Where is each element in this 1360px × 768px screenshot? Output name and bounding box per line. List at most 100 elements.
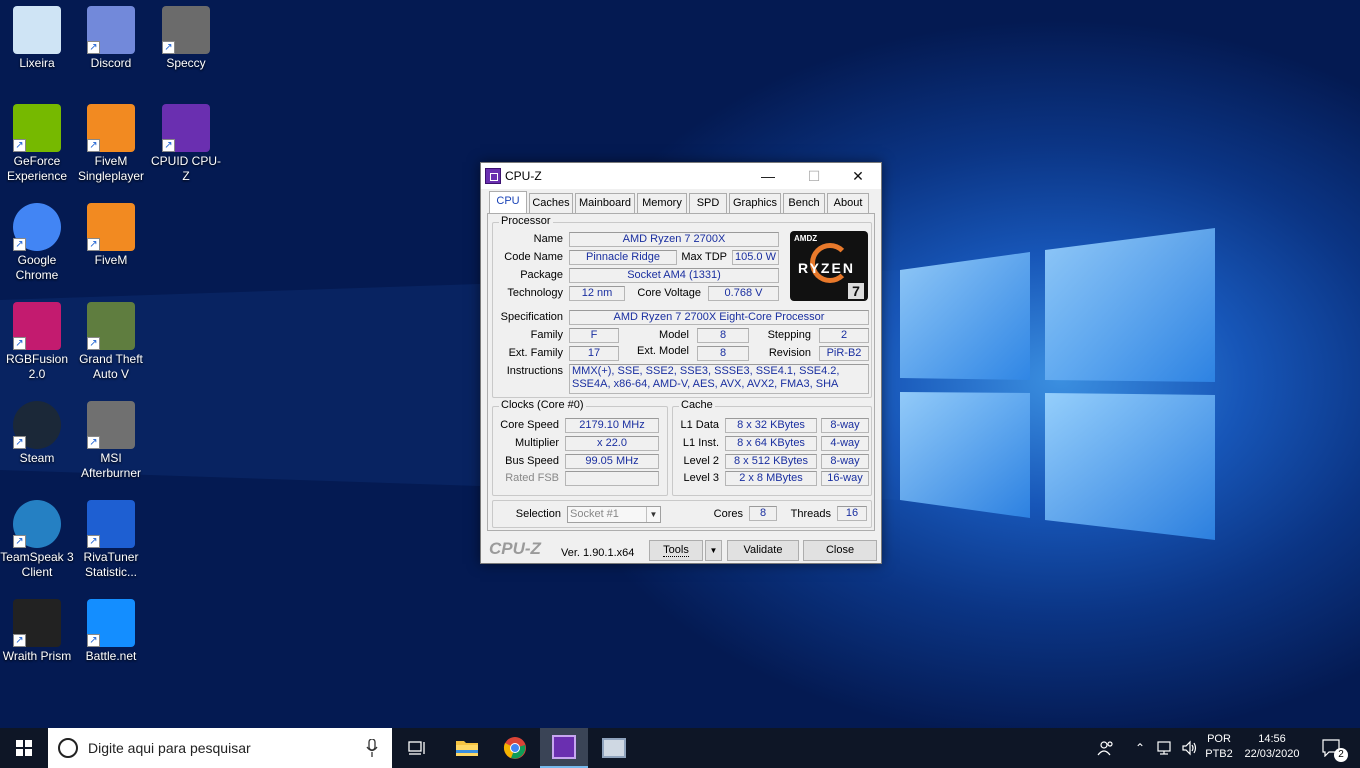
action-center-button[interactable]: 2 bbox=[1312, 728, 1352, 768]
shortcut-arrow-icon: ↗ bbox=[13, 436, 26, 449]
ryzen-logo: AMDZ RYZEN 7 bbox=[790, 231, 868, 301]
desktop-icon[interactable]: ↗ Wraith Prism bbox=[0, 599, 74, 664]
clock-date: 22/03/2020 bbox=[1244, 748, 1300, 760]
taskbar-app[interactable] bbox=[590, 728, 638, 768]
start-button[interactable] bbox=[0, 728, 48, 768]
tab-bench[interactable]: Bench bbox=[783, 193, 825, 213]
tab-caches[interactable]: Caches bbox=[529, 193, 573, 213]
window-title: CPU-Z bbox=[505, 169, 542, 183]
codename-value: Pinnacle Ridge bbox=[569, 250, 677, 265]
minimize-button[interactable]: — bbox=[745, 163, 791, 189]
family-label: Family bbox=[530, 329, 563, 341]
ratedfsb-value bbox=[565, 471, 659, 486]
people-icon bbox=[1097, 741, 1113, 756]
taskbar-file-explorer[interactable] bbox=[444, 728, 490, 768]
tab-spd[interactable]: SPD bbox=[689, 193, 727, 213]
desktop-icon-label: Lixeira bbox=[19, 56, 55, 70]
desktop-icon[interactable]: ↗ GeForce Experience bbox=[0, 104, 74, 184]
desktop-icon[interactable]: ↗ Speccy bbox=[149, 6, 223, 71]
maxtdp-value: 105.0 W bbox=[732, 250, 779, 265]
clocks-group-label: Clocks (Core #0) bbox=[499, 399, 586, 411]
close-button[interactable]: Close bbox=[803, 540, 877, 561]
desktop-icon[interactable]: ↗ MSI Afterburner bbox=[74, 401, 148, 481]
chevron-down-icon: ▼ bbox=[646, 507, 660, 522]
search-box[interactable]: Digite aqui para pesquisar bbox=[48, 728, 392, 768]
logo-brand: AMDZ bbox=[794, 234, 818, 243]
desktop-icon-label: Wraith Prism bbox=[2, 649, 72, 663]
clock[interactable]: 14:56 22/03/2020 bbox=[1238, 733, 1306, 760]
taskbar: Digite aqui para pesquisar ⌃ POR PTB2 14… bbox=[0, 728, 1360, 768]
taskbar-chrome[interactable] bbox=[492, 728, 538, 768]
tab-memory[interactable]: Memory bbox=[637, 193, 687, 213]
desktop-icon[interactable]: ↗ Grand Theft Auto V bbox=[74, 302, 148, 382]
desktop-icon[interactable]: ↗ FiveM bbox=[74, 203, 148, 268]
search-placeholder: Digite aqui para pesquisar bbox=[88, 740, 251, 756]
close-window-button[interactable]: ✕ bbox=[835, 163, 881, 189]
shortcut-arrow-icon: ↗ bbox=[87, 337, 100, 350]
tab-about[interactable]: About bbox=[827, 193, 869, 213]
desktop-icon[interactable]: ↗ Steam bbox=[0, 401, 74, 466]
logo-line: RYZEN bbox=[798, 260, 855, 276]
stepping-label: Stepping bbox=[767, 329, 811, 341]
cores-label: Cores bbox=[713, 508, 743, 520]
volume-button[interactable] bbox=[1178, 728, 1202, 768]
shortcut-arrow-icon: ↗ bbox=[87, 436, 100, 449]
show-hidden-icons-button[interactable]: ⌃ bbox=[1130, 728, 1150, 768]
desktop-icon[interactable]: Lixeira bbox=[0, 6, 74, 71]
tab-graphics[interactable]: Graphics bbox=[729, 193, 781, 213]
spec-label: Specification bbox=[500, 311, 563, 323]
title-bar[interactable]: CPU-Z — ☐ ✕ bbox=[481, 163, 881, 189]
desktop-icon[interactable]: ↗ RGBFusion 2.0 bbox=[0, 302, 74, 382]
tab-mainboard[interactable]: Mainboard bbox=[575, 193, 635, 213]
chrome-icon bbox=[503, 737, 526, 759]
desktop-icon[interactable]: ↗ Discord bbox=[74, 6, 148, 71]
cache-l1inst-label: L1 Inst. bbox=[682, 437, 719, 449]
desktop-icon[interactable]: ↗ FiveM Singleplayer bbox=[74, 104, 148, 184]
desktop-icon[interactable]: ↗ CPUID CPU-Z bbox=[149, 104, 223, 184]
extmodel-label: Ext. Model bbox=[637, 345, 689, 357]
model-value: 8 bbox=[697, 328, 749, 343]
validate-button[interactable]: Validate bbox=[727, 540, 799, 561]
shortcut-arrow-icon: ↗ bbox=[13, 535, 26, 548]
desktop-icon-label: Discord bbox=[90, 56, 132, 70]
language-top: POR bbox=[1207, 733, 1231, 745]
desktop-icon-label: FiveM Singleplayer bbox=[77, 154, 145, 183]
cache-l1data-size: 8 x 32 KBytes bbox=[725, 418, 817, 433]
chevron-up-icon: ⌃ bbox=[1134, 741, 1146, 755]
logo-tier: 7 bbox=[848, 283, 864, 299]
desktop-icon[interactable]: ↗ RivaTuner Statistic... bbox=[74, 500, 148, 580]
network-button[interactable] bbox=[1152, 728, 1176, 768]
codename-label: Code Name bbox=[504, 251, 563, 263]
cache-l2-size: 8 x 512 KBytes bbox=[725, 454, 817, 469]
fivem-icon: ↗ bbox=[87, 203, 135, 251]
tab-cpu[interactable]: CPU bbox=[489, 191, 527, 214]
shortcut-arrow-icon: ↗ bbox=[87, 634, 100, 647]
desktop-icon-label: MSI Afterburner bbox=[80, 451, 142, 480]
socket-select-value: Socket #1 bbox=[570, 508, 619, 520]
language-indicator[interactable]: POR PTB2 bbox=[1202, 733, 1236, 760]
processor-group-label: Processor bbox=[499, 215, 553, 227]
discord-icon: ↗ bbox=[87, 6, 135, 54]
cache-l1data-way: 8-way bbox=[821, 418, 869, 433]
desktop-icon[interactable]: ↗ Google Chrome bbox=[0, 203, 74, 283]
socket-select[interactable]: Socket #1 ▼ bbox=[567, 506, 661, 523]
package-label: Package bbox=[520, 269, 563, 281]
people-button[interactable] bbox=[1092, 728, 1120, 768]
tools-button[interactable]: Tools bbox=[649, 540, 703, 561]
revision-label: Revision bbox=[768, 347, 811, 359]
threads-value: 16 bbox=[837, 506, 867, 521]
maximize-button[interactable]: ☐ bbox=[791, 163, 837, 189]
shortcut-arrow-icon: ↗ bbox=[13, 238, 26, 251]
cpuz-window[interactable]: CPU-Z — ☐ ✕ CPU Caches Mainboard Memory … bbox=[480, 162, 882, 564]
revision-value: PiR-B2 bbox=[819, 346, 869, 361]
shortcut-arrow-icon: ↗ bbox=[13, 634, 26, 647]
desktop-icon-label: Google Chrome bbox=[15, 253, 59, 282]
desktop-icon[interactable]: ↗ TeamSpeak 3 Client bbox=[0, 500, 74, 580]
taskbar-cpuz[interactable] bbox=[540, 728, 588, 768]
spec-value: AMD Ryzen 7 2700X Eight-Core Processor bbox=[569, 310, 869, 325]
task-view-button[interactable] bbox=[396, 728, 440, 768]
cpu-name-value: AMD Ryzen 7 2700X bbox=[569, 232, 779, 247]
tools-dropdown-button[interactable]: ▼ bbox=[705, 540, 722, 561]
desktop-icon[interactable]: ↗ Battle.net bbox=[74, 599, 148, 664]
shortcut-arrow-icon: ↗ bbox=[87, 41, 100, 54]
